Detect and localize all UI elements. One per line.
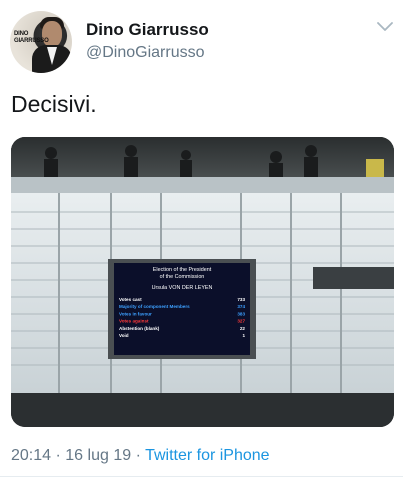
screen-row-label: Majority of component Members — [119, 304, 190, 309]
screen-row-label: Votes in favour — [119, 311, 152, 316]
author-handle[interactable]: @DinoGiarrusso — [86, 44, 205, 62]
avatar-logo-text: DINO GIARRUSSO — [14, 31, 49, 44]
tweet-card: DINO GIARRUSSO Dino Giarrusso @DinoGiarr… — [0, 0, 403, 478]
screen-row-label: Void — [119, 333, 129, 338]
screen-title-line2: of the Commission — [160, 274, 205, 280]
tweet-text: Decisivi. — [11, 91, 97, 117]
screen-row-value: 22 — [240, 326, 246, 331]
meta-separator: · — [135, 447, 141, 464]
tweet-source-link[interactable]: Twitter for iPhone — [145, 447, 270, 464]
screen-title-line1: Election of the President — [153, 267, 212, 273]
tweet-meta: 20:14 · 16 lug 19 · Twitter for iPhone — [11, 447, 270, 465]
screen-row-label: Abstention (blank) — [119, 326, 160, 331]
screen-row-label: Votes cast — [119, 297, 142, 302]
meta-separator: · — [55, 447, 61, 464]
screen-row-value: 327 — [237, 319, 245, 324]
right-dark-panel — [313, 267, 394, 289]
balcony-ledge — [11, 177, 394, 193]
avatar[interactable]: DINO GIARRUSSO — [10, 11, 72, 73]
screen-candidate: Ursula VON DER LEYEN — [152, 285, 213, 291]
tweet-photo[interactable]: Election of the President of the Commiss… — [11, 137, 394, 427]
tweet-time[interactable]: 20:14 — [11, 447, 51, 464]
gallery-band — [11, 137, 394, 179]
divider — [0, 476, 403, 477]
screen-row-value: 1 — [242, 333, 245, 338]
gallery-person-yellow — [366, 159, 384, 179]
screen-row-label: Votes against — [119, 319, 149, 324]
screen-row-value: 383 — [237, 311, 245, 316]
screen-row-value: 733 — [237, 297, 245, 302]
author-display-name[interactable]: Dino Giarrusso — [86, 20, 209, 40]
tweet-date[interactable]: 16 lug 19 — [65, 447, 131, 464]
chevron-down-icon[interactable] — [377, 22, 393, 32]
screen-row-value: 374 — [237, 304, 245, 309]
photo-scene: Election of the President of the Commiss… — [11, 137, 394, 427]
floor-band — [11, 393, 394, 427]
